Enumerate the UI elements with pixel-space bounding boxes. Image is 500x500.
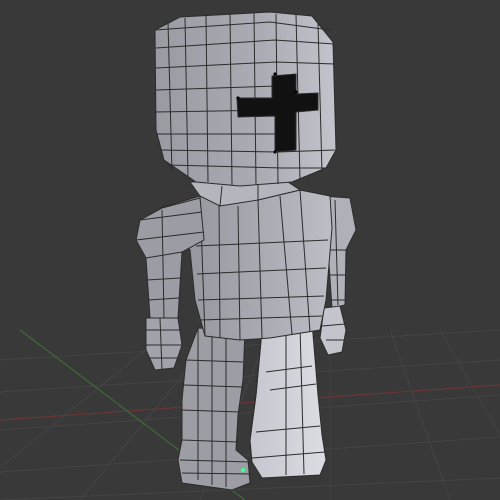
selected-vertex[interactable] bbox=[240, 467, 246, 473]
viewport-canvas[interactable] bbox=[0, 0, 500, 500]
right-hand[interactable] bbox=[319, 305, 347, 356]
x-axis-line bbox=[0, 384, 500, 421]
right-leg[interactable] bbox=[249, 321, 327, 479]
left-leg[interactable] bbox=[177, 327, 251, 491]
3d-viewport[interactable] bbox=[0, 0, 500, 500]
left-hand[interactable] bbox=[145, 317, 183, 371]
